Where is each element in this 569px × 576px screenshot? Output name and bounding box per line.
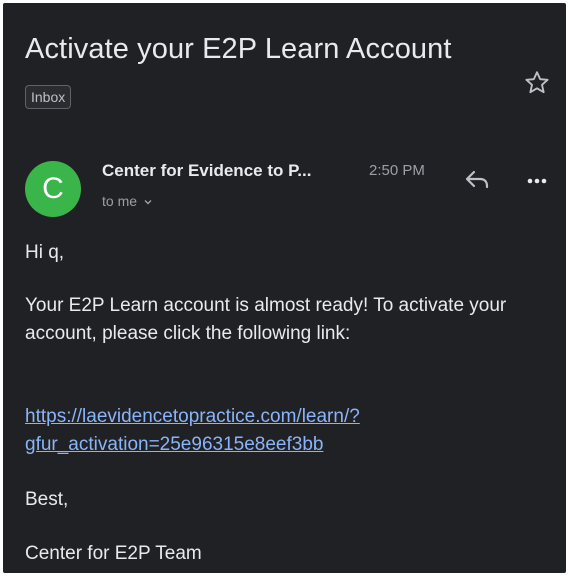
email-greeting: Hi q, [25, 242, 65, 263]
email-intro-text: Your E2P Learn account is almost ready! … [25, 295, 507, 344]
email-view: Activate your E2P Learn Account Inbox C … [3, 3, 566, 573]
email-signature: Center for E2P Team [25, 543, 202, 564]
star-icon [525, 71, 549, 94]
recipient-details-toggle[interactable]: to me [102, 193, 153, 209]
star-button[interactable] [523, 69, 551, 97]
sender-avatar[interactable]: C [25, 161, 81, 217]
activation-link-line2: gfur_activation=25e96315e8eef3bb [25, 434, 324, 455]
activation-link-line1: https://laevidencetopractice.com/learn/? [25, 406, 360, 427]
more-horizontal-icon [527, 178, 547, 184]
inbox-label-chip[interactable]: Inbox [25, 85, 72, 109]
activation-link[interactable]: https://laevidencetopractice.com/learn/?… [25, 403, 545, 459]
reply-button[interactable] [461, 163, 493, 195]
email-signoff: Best, [25, 489, 69, 510]
recipient-label: to me [102, 193, 138, 209]
chevron-down-icon [144, 200, 152, 205]
reply-icon [465, 170, 489, 189]
email-subject: Activate your E2P Learn Account [25, 33, 452, 65]
sender-name[interactable]: Center for Evidence to P... [102, 161, 357, 181]
more-options-button[interactable] [523, 167, 551, 195]
email-time: 2:50 PM [369, 162, 425, 179]
